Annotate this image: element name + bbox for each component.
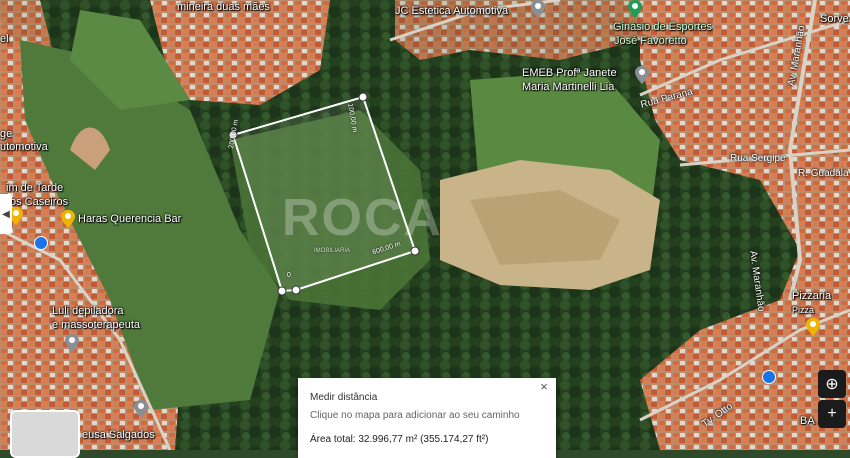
place-label[interactable]: Maria Martinelli Lia <box>522 81 614 93</box>
school-pin-icon[interactable] <box>634 66 650 84</box>
measurement-corner: 0 <box>287 272 291 279</box>
layers-thumbnail[interactable] <box>10 410 80 458</box>
spa-pin-icon[interactable] <box>64 334 80 352</box>
vertex-handle[interactable] <box>358 92 368 102</box>
place-label[interactable]: Ginásio de Esportes <box>613 21 712 33</box>
place-label[interactable]: im de Tarde <box>6 182 63 194</box>
location-pin-icon[interactable] <box>530 0 546 18</box>
chevron-left-icon: ◀ <box>2 208 10 220</box>
zoom-in-button[interactable]: + <box>818 400 846 428</box>
bar-pin-icon[interactable] <box>60 210 76 228</box>
road-label: Rua Sergipe <box>730 153 786 164</box>
my-location-button[interactable]: ⊕ <box>818 370 846 398</box>
place-label[interactable]: mineira duas mães <box>177 1 270 13</box>
panel-hint: Clique no mapa para adicionar ao seu cam… <box>310 410 520 421</box>
vertex-handle[interactable] <box>277 286 287 296</box>
place-label[interactable]: eusa Salgados <box>82 429 155 441</box>
place-label[interactable]: utomotiva <box>0 141 48 153</box>
total-area: Área total: 32.996,77 m² (355.174,27 ft²… <box>310 434 489 445</box>
bus-stop-icon[interactable] <box>762 370 776 384</box>
bus-stop-icon[interactable] <box>34 236 48 250</box>
place-label[interactable]: Haras Querencia Bar <box>78 213 181 225</box>
place-label[interactable]: EMEB Profª Janete <box>522 67 617 79</box>
close-icon[interactable]: × <box>538 380 550 393</box>
place-label[interactable]: Sorve <box>820 13 849 25</box>
pizza-pin-icon[interactable] <box>805 318 821 336</box>
locate-icon: ⊕ <box>825 376 839 393</box>
gym-pin-icon[interactable] <box>627 0 643 18</box>
place-label[interactable]: e massoterapeuta <box>52 319 140 331</box>
collapse-side-panel-button[interactable]: ◀ <box>0 194 12 234</box>
place-label[interactable]: ge <box>0 128 12 140</box>
watermark-logo: ROCA <box>282 189 444 247</box>
place-label[interactable]: el <box>0 33 9 45</box>
place-label[interactable]: BA <box>800 415 815 427</box>
place-label[interactable]: JC Estetica Automotiva <box>395 5 508 17</box>
vertex-handle[interactable] <box>410 246 420 256</box>
panel-title: Medir distância <box>310 392 378 403</box>
place-label[interactable]: Pizzaria <box>792 290 831 302</box>
store-pin-icon[interactable] <box>133 400 149 418</box>
place-label[interactable]: José Favoretto <box>614 35 687 47</box>
road-label: R. Guadala <box>798 168 849 179</box>
place-label[interactable]: Luli depiladora <box>52 305 124 317</box>
vertex-handle[interactable] <box>291 285 301 295</box>
measure-distance-panel: Medir distância Clique no mapa para adic… <box>298 378 556 458</box>
place-label[interactable]: Pizza <box>792 304 814 316</box>
watermark-subtitle: IMOBILIARIA <box>314 248 351 254</box>
plus-icon: + <box>827 405 837 422</box>
